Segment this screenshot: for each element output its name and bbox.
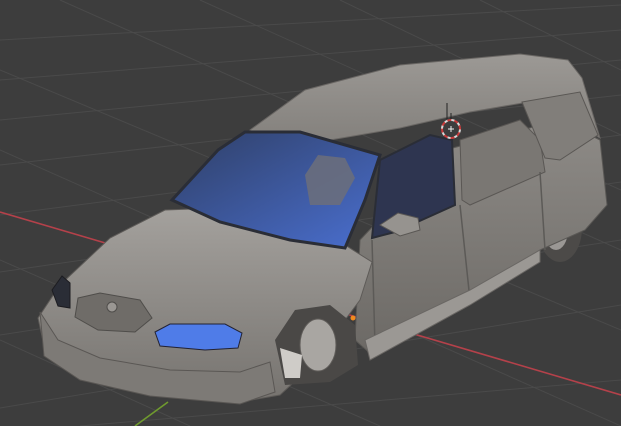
viewport-canvas[interactable] xyxy=(0,0,621,426)
object-origin-dot xyxy=(350,315,356,321)
front-brake-disc xyxy=(299,318,337,372)
headlight-right xyxy=(154,323,243,351)
3d-viewport[interactable] xyxy=(0,0,621,426)
brand-logo xyxy=(106,301,118,313)
